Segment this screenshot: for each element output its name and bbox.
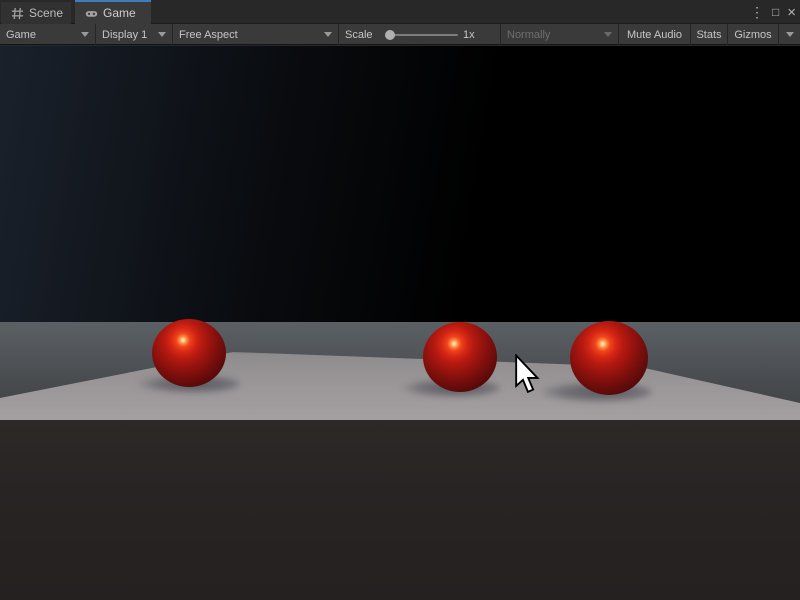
close-icon[interactable]: ×	[787, 4, 796, 21]
tab-game-label: Game	[103, 6, 136, 20]
tab-scene[interactable]: Scene	[1, 2, 71, 24]
scale-slider-knob[interactable]	[385, 30, 395, 40]
game-view-toolbar: Game Display 1 Free Aspect Scale 1x Norm…	[0, 24, 800, 45]
chevron-down-icon	[786, 32, 794, 37]
tab-bar: Scene Game ⋮ □ ×	[0, 0, 800, 24]
stats-label: Stats	[696, 29, 721, 41]
gizmos-button[interactable]: Gizmos	[728, 24, 778, 45]
red-sphere-right	[570, 321, 648, 395]
game-render-viewport[interactable]	[0, 46, 800, 600]
red-sphere-center	[423, 322, 497, 392]
mute-audio-button[interactable]: Mute Audio	[619, 24, 690, 45]
unity-game-window: Scene Game ⋮ □ × Game Display 1	[0, 0, 800, 600]
chevron-down-icon	[604, 32, 612, 37]
scale-slider-track[interactable]	[390, 34, 458, 36]
tab-game[interactable]: Game	[75, 2, 151, 24]
tab-scene-label: Scene	[29, 6, 63, 20]
chevron-down-icon	[324, 32, 332, 37]
gizmos-dropdown[interactable]	[779, 24, 800, 45]
maximize-icon[interactable]: □	[772, 5, 779, 19]
display-target-dropdown[interactable]: Display 1	[96, 24, 172, 45]
play-mode-label: Normally	[507, 29, 550, 41]
window-controls: ⋮ □ ×	[750, 0, 796, 24]
mouse-cursor-icon	[514, 354, 543, 399]
red-sphere-left	[152, 319, 226, 387]
toolbar-separator	[338, 24, 339, 45]
display-target-label: Display 1	[102, 29, 147, 41]
gizmos-label: Gizmos	[734, 29, 771, 41]
chevron-down-icon	[158, 32, 166, 37]
aspect-ratio-label: Free Aspect	[179, 29, 238, 41]
display-mode-dropdown[interactable]: Game	[0, 24, 95, 45]
scale-value: 1x	[463, 24, 475, 45]
skybox-gradient	[0, 46, 800, 322]
mute-audio-label: Mute Audio	[627, 29, 682, 41]
gamepad-icon	[85, 7, 98, 20]
play-mode-dropdown[interactable]: Normally	[501, 24, 618, 45]
scale-label: Scale	[345, 24, 373, 45]
display-mode-label: Game	[6, 29, 36, 41]
chevron-down-icon	[81, 32, 89, 37]
grid-icon	[11, 7, 24, 20]
dark-foreground	[0, 420, 800, 600]
stats-button[interactable]: Stats	[691, 24, 727, 45]
kebab-menu-icon[interactable]: ⋮	[750, 4, 764, 21]
aspect-ratio-dropdown[interactable]: Free Aspect	[173, 24, 338, 45]
